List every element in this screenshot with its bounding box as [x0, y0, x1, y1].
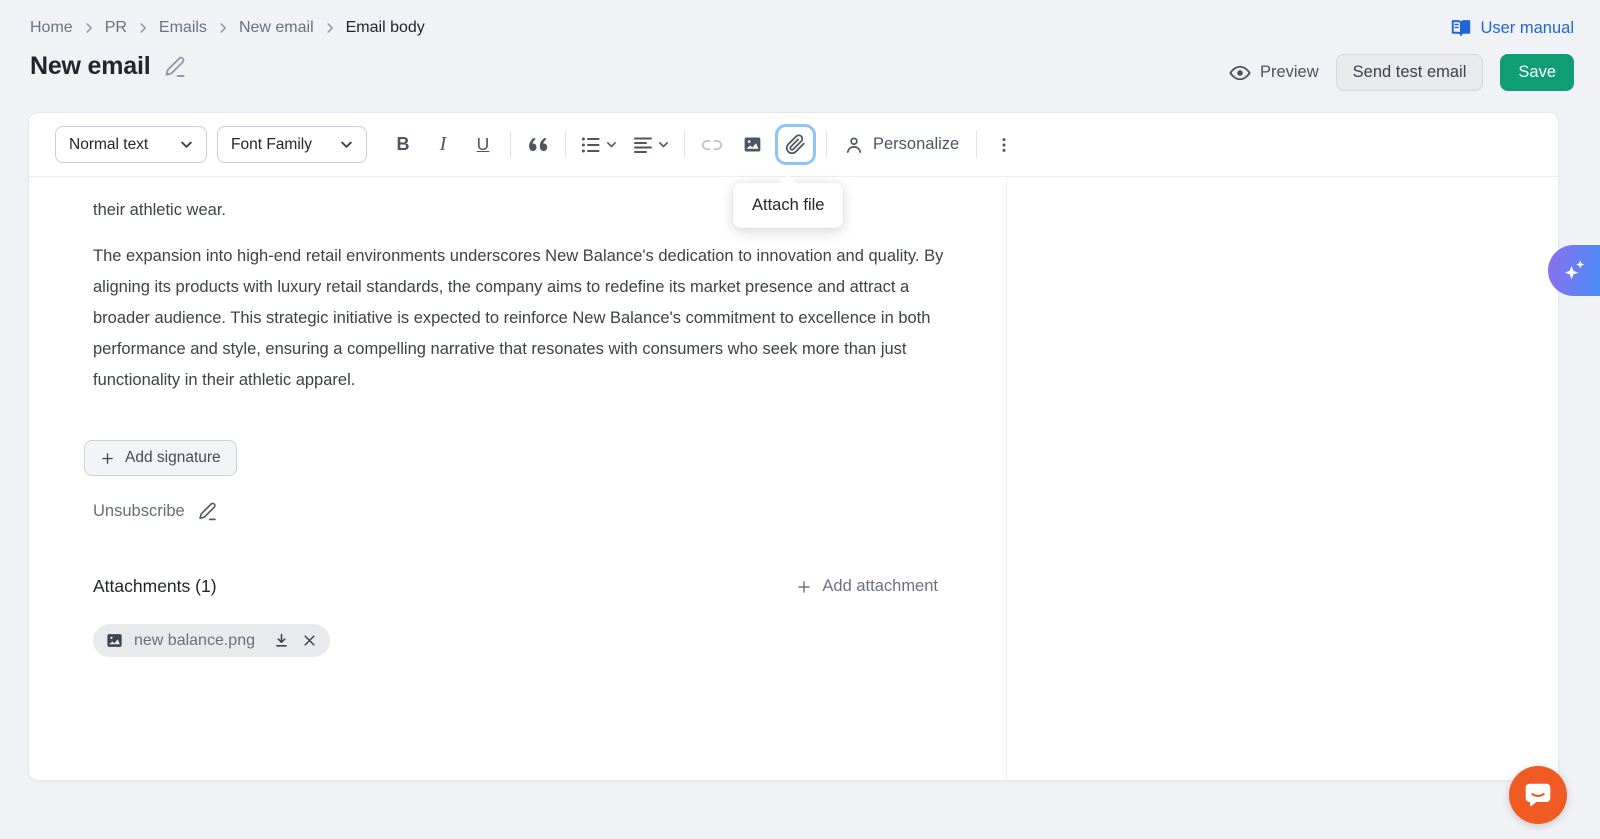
- blockquote-button[interactable]: [518, 126, 558, 164]
- unsubscribe-label: Unsubscribe: [93, 502, 185, 521]
- page-title: New email: [30, 52, 150, 81]
- bullet-list-icon: [581, 135, 601, 155]
- close-icon: [302, 633, 317, 648]
- attachment-list: new balance.png: [93, 624, 1006, 657]
- quote-icon: [528, 137, 548, 152]
- attachment-chip: new balance.png: [93, 624, 330, 657]
- paperclip-icon: [785, 134, 806, 155]
- download-attachment-button[interactable]: [273, 632, 290, 649]
- chevron-down-icon: [340, 138, 353, 151]
- attach-file-button-active[interactable]: [775, 124, 816, 165]
- editor-content-area: their athletic wear. The expansion into …: [29, 178, 1558, 780]
- user-manual-label: User manual: [1480, 19, 1574, 38]
- editor-right-panel: [1007, 178, 1558, 780]
- chevron-right-icon: [137, 22, 149, 34]
- plus-icon: [100, 451, 115, 466]
- text-align-button[interactable]: [625, 126, 677, 164]
- chevron-right-icon: [324, 22, 336, 34]
- insert-link-button-disabled: [692, 126, 732, 164]
- attachment-file-name: new balance.png: [134, 632, 255, 650]
- sparkles-icon: [1561, 257, 1588, 284]
- toolbar-divider: [565, 131, 566, 158]
- breadcrumb-new-email[interactable]: New email: [239, 19, 314, 37]
- email-body-editor[interactable]: their athletic wear. The expansion into …: [29, 178, 1007, 780]
- preview-button[interactable]: Preview: [1229, 62, 1319, 84]
- breadcrumb-pr[interactable]: PR: [105, 19, 127, 37]
- more-options-kebab-button[interactable]: [984, 126, 1024, 164]
- user-manual-link[interactable]: User manual: [1450, 17, 1574, 39]
- breadcrumb-email-body: Email body: [346, 19, 425, 37]
- signature-row: Add signature: [84, 440, 1006, 476]
- title-row: New email: [30, 52, 187, 81]
- chevron-right-icon: [83, 22, 95, 34]
- remove-attachment-button[interactable]: [302, 633, 317, 648]
- plus-icon: [796, 579, 812, 595]
- chevron-down-icon: [658, 139, 669, 150]
- add-attachment-label: Add attachment: [822, 577, 938, 596]
- add-signature-label: Add signature: [125, 449, 221, 467]
- image-file-icon: [105, 631, 124, 650]
- italic-button[interactable]: I: [423, 126, 463, 164]
- attachments-title: Attachments (1): [93, 576, 217, 597]
- editor-toolbar: Normal text Font Family B I U: [29, 113, 1558, 177]
- text-style-dropdown[interactable]: Normal text: [55, 126, 207, 163]
- download-icon: [273, 632, 290, 649]
- person-icon: [844, 135, 864, 155]
- header-actions: Preview Send test email Save: [1229, 54, 1574, 91]
- image-icon: [742, 134, 763, 155]
- font-family-value: Font Family: [231, 136, 312, 154]
- font-family-dropdown[interactable]: Font Family: [217, 126, 367, 163]
- toolbar-divider: [510, 131, 511, 158]
- breadcrumb: Home PR Emails New email Email body: [30, 19, 425, 37]
- edit-title-pencil-icon[interactable]: [163, 55, 187, 79]
- personalize-button[interactable]: Personalize: [834, 135, 969, 155]
- insert-image-button[interactable]: [732, 126, 772, 164]
- chevron-down-icon: [606, 139, 617, 150]
- save-button[interactable]: Save: [1500, 54, 1574, 91]
- add-attachment-button[interactable]: Add attachment: [796, 577, 938, 596]
- eye-icon: [1229, 62, 1251, 84]
- preview-label: Preview: [1260, 63, 1319, 82]
- chat-bubble-icon: [1523, 780, 1553, 810]
- bold-button[interactable]: B: [383, 126, 423, 164]
- attachments-header: Attachments (1) Add attachment: [93, 576, 938, 597]
- email-editor-page: Home PR Emails New email Email body User…: [0, 0, 1600, 839]
- text-style-value: Normal text: [69, 136, 148, 154]
- kebab-menu-icon: [994, 135, 1014, 155]
- breadcrumb-home[interactable]: Home: [30, 19, 73, 37]
- add-signature-button[interactable]: Add signature: [84, 440, 237, 476]
- align-left-icon: [633, 135, 653, 155]
- personalize-label: Personalize: [873, 135, 959, 154]
- link-icon: [701, 134, 723, 156]
- attach-file-tooltip: Attach file: [733, 183, 843, 228]
- toolbar-divider: [826, 131, 827, 158]
- breadcrumb-emails[interactable]: Emails: [159, 19, 207, 37]
- unsubscribe-row: Unsubscribe: [93, 501, 1006, 522]
- chat-widget-button[interactable]: [1509, 766, 1567, 824]
- book-icon: [1450, 17, 1472, 39]
- underline-button[interactable]: U: [463, 126, 503, 164]
- ai-assistant-button[interactable]: [1548, 245, 1600, 296]
- toolbar-divider: [684, 131, 685, 158]
- chevron-down-icon: [180, 138, 193, 151]
- bullet-list-button[interactable]: [573, 126, 625, 164]
- send-test-email-button[interactable]: Send test email: [1336, 54, 1484, 91]
- chevron-right-icon: [217, 22, 229, 34]
- edit-unsubscribe-pencil-icon[interactable]: [197, 501, 218, 522]
- toolbar-divider: [976, 131, 977, 158]
- email-paragraph[interactable]: The expansion into high-end retail envir…: [93, 241, 948, 396]
